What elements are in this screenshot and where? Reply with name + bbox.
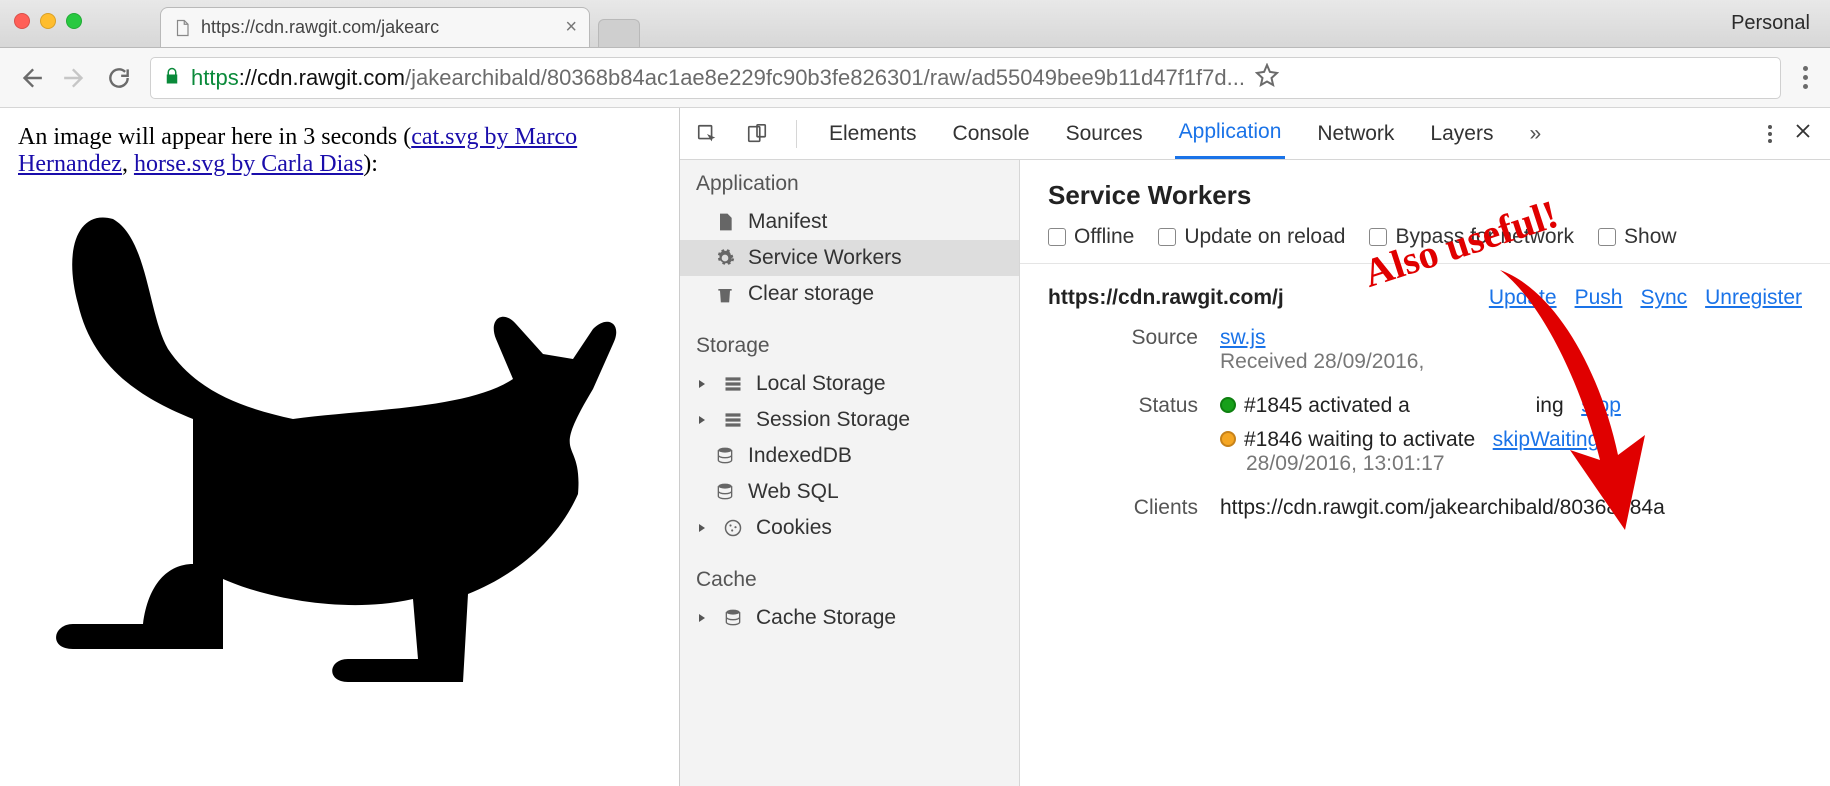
table-icon: [722, 410, 744, 430]
browser-menu-icon[interactable]: [1799, 66, 1812, 89]
label-status: Status: [1048, 394, 1198, 418]
sw-status-activated: #1845 activated a ing stop: [1220, 394, 1802, 418]
expand-icon[interactable]: [696, 415, 708, 425]
window-titlebar: https://cdn.rawgit.com/jakearc × Persona…: [0, 0, 1830, 48]
close-window-button[interactable]: [14, 13, 30, 29]
inspect-icon[interactable]: [696, 123, 718, 145]
tab-console[interactable]: Console: [949, 108, 1034, 159]
devtools-menu-icon[interactable]: [1768, 125, 1772, 143]
tabs-overflow-icon[interactable]: »: [1525, 108, 1545, 159]
bookmark-star-icon[interactable]: [1255, 63, 1279, 93]
page-viewport: An image will appear here in 3 seconds (…: [0, 108, 680, 786]
sw-origin-row: https://cdn.rawgit.com/j Update Push Syn…: [1020, 264, 1830, 316]
bypass-network-checkbox[interactable]: Bypass for network: [1369, 225, 1574, 249]
sw-update-link[interactable]: Update: [1489, 286, 1557, 310]
back-button[interactable]: [18, 65, 44, 91]
label-source: Source: [1048, 326, 1198, 350]
sw-source-link[interactable]: sw.js: [1220, 326, 1266, 349]
tab-network[interactable]: Network: [1313, 108, 1398, 159]
tab-layers[interactable]: Layers: [1426, 108, 1497, 159]
gear-icon: [714, 248, 736, 268]
sidebar-item-local-storage[interactable]: Local Storage: [680, 366, 1019, 402]
forward-button[interactable]: [62, 65, 88, 91]
sidebar-item-session-storage[interactable]: Session Storage: [680, 402, 1019, 438]
sw-unregister-link[interactable]: Unregister: [1705, 286, 1802, 310]
show-checkbox[interactable]: Show: [1598, 225, 1677, 249]
sidebar-item-manifest[interactable]: Manifest: [680, 204, 1019, 240]
devtools-close-icon[interactable]: [1794, 122, 1812, 146]
profile-label[interactable]: Personal: [1731, 12, 1810, 35]
tab-application[interactable]: Application: [1175, 108, 1286, 159]
browser-tabs: https://cdn.rawgit.com/jakearc ×: [160, 7, 640, 47]
expand-icon[interactable]: [696, 613, 708, 623]
new-tab-button[interactable]: [598, 19, 640, 47]
lock-icon: [163, 65, 181, 91]
window-controls: [14, 13, 82, 29]
expand-icon[interactable]: [696, 379, 708, 389]
tab-close-icon[interactable]: ×: [565, 16, 577, 39]
database-icon: [714, 446, 736, 466]
sidebar-item-cache-storage[interactable]: Cache Storage: [680, 600, 1019, 636]
table-icon: [722, 374, 744, 394]
sidebar-item-cookies[interactable]: Cookies: [680, 510, 1019, 546]
page-text: An image will appear here in 3 seconds (…: [18, 124, 661, 178]
tab-title: https://cdn.rawgit.com/jakearc: [201, 17, 555, 38]
cookie-icon: [722, 518, 744, 538]
sw-push-link[interactable]: Push: [1575, 286, 1623, 310]
page-link-horse[interactable]: horse.svg by Carla Dias: [134, 151, 363, 177]
browser-tab-active[interactable]: https://cdn.rawgit.com/jakearc ×: [160, 7, 590, 47]
cat-image: [18, 184, 661, 711]
expand-icon[interactable]: [696, 523, 708, 533]
reload-button[interactable]: [106, 65, 132, 91]
pane-heading: Service Workers: [1020, 160, 1830, 225]
sidebar-group-application: Application: [680, 160, 1019, 204]
divider: [796, 120, 797, 148]
trash-icon: [714, 284, 736, 304]
url-text: https://cdn.rawgit.com/jakearchibald/803…: [191, 65, 1245, 91]
minimize-window-button[interactable]: [40, 13, 56, 29]
service-worker-options: Offline Update on reload Bypass for netw…: [1020, 225, 1830, 264]
label-clients: Clients: [1048, 496, 1198, 520]
tab-elements[interactable]: Elements: [825, 108, 921, 159]
device-toggle-icon[interactable]: [746, 123, 768, 145]
sidebar-item-websql[interactable]: Web SQL: [680, 474, 1019, 510]
zoom-window-button[interactable]: [66, 13, 82, 29]
status-dot-orange-icon: [1220, 431, 1236, 447]
database-icon: [714, 482, 736, 502]
sw-stop-link[interactable]: stop: [1581, 394, 1621, 417]
sw-origin: https://cdn.rawgit.com/j: [1048, 286, 1284, 310]
browser-toolbar: https://cdn.rawgit.com/jakearchibald/803…: [0, 48, 1830, 108]
tab-sources[interactable]: Sources: [1062, 108, 1147, 159]
sidebar-item-indexeddb[interactable]: IndexedDB: [680, 438, 1019, 474]
sidebar-item-service-workers[interactable]: Service Workers: [680, 240, 1019, 276]
service-workers-pane: Service Workers Offline Update on reload…: [1020, 160, 1830, 786]
status-dot-green-icon: [1220, 397, 1236, 413]
file-icon: [714, 212, 736, 232]
database-icon: [722, 608, 744, 628]
sw-sync-link[interactable]: Sync: [1640, 286, 1687, 310]
sw-skipwaiting-link[interactable]: skipWaiting: [1493, 428, 1600, 451]
sw-clients-value: https://cdn.rawgit.com/jakearchibald/803…: [1220, 496, 1802, 520]
address-bar[interactable]: https://cdn.rawgit.com/jakearchibald/803…: [150, 57, 1781, 99]
offline-checkbox[interactable]: Offline: [1048, 225, 1134, 249]
page-icon: [173, 19, 191, 37]
devtools-panel: Elements Console Sources Application Net…: [680, 108, 1830, 786]
application-sidebar: Application Manifest Service Workers Cle…: [680, 160, 1020, 786]
update-on-reload-checkbox[interactable]: Update on reload: [1158, 225, 1345, 249]
sidebar-item-clear-storage[interactable]: Clear storage: [680, 276, 1019, 312]
sw-received: Received 28/09/2016,: [1220, 350, 1424, 373]
sw-status-waiting: #1846 waiting to activate skipWaiting 28…: [1220, 428, 1802, 476]
sidebar-group-cache: Cache: [680, 556, 1019, 600]
devtools-tabstrip: Elements Console Sources Application Net…: [680, 108, 1830, 160]
sidebar-group-storage: Storage: [680, 322, 1019, 366]
